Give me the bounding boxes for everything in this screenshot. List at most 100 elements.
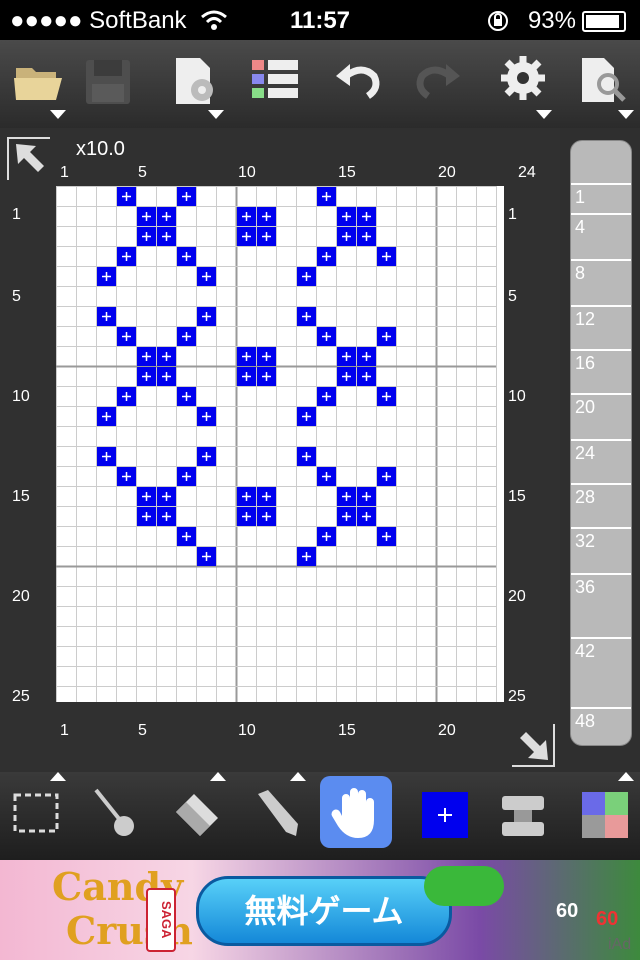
painted-pixel xyxy=(337,367,356,386)
marquee-select-icon xyxy=(13,793,59,833)
painted-pixel xyxy=(117,247,136,266)
slider-step[interactable]: 28 xyxy=(571,483,631,507)
painted-pixel xyxy=(237,207,256,226)
slider-step[interactable]: 36 xyxy=(571,573,631,597)
undo-button[interactable] xyxy=(332,54,386,108)
painted-pixel xyxy=(257,227,276,246)
floppy-disk-icon xyxy=(86,60,130,104)
painted-pixel xyxy=(157,507,176,526)
eyedropper-icon xyxy=(94,788,134,836)
iad-badge: iAd xyxy=(608,936,632,953)
painted-pixel xyxy=(137,367,156,386)
painted-pixel xyxy=(197,267,216,286)
zoom-slider[interactable]: 1 4 8 12 16 20 24 28 32 36 42 48 xyxy=(570,140,632,746)
painted-pixel xyxy=(357,227,376,246)
painted-pixel xyxy=(297,307,316,326)
select-rect-tool[interactable] xyxy=(12,792,62,841)
eraser-tool[interactable] xyxy=(172,790,222,845)
stamp-tool[interactable] xyxy=(498,792,548,845)
painted-pixel xyxy=(297,447,316,466)
painted-pixel xyxy=(197,307,216,326)
painted-pixel xyxy=(317,387,336,406)
painted-pixel xyxy=(197,547,216,566)
pixel-grid-canvas[interactable] xyxy=(56,186,504,702)
hand-tool[interactable] xyxy=(320,776,392,848)
arrow-down-right-icon xyxy=(512,724,555,767)
right-tick-label: 20 xyxy=(508,588,526,605)
painted-pixel xyxy=(377,247,396,266)
bottom-tick-label: 10 xyxy=(238,722,256,739)
top-tick-label: 20 xyxy=(438,164,456,181)
painted-pixel xyxy=(317,187,336,206)
stamp-icon xyxy=(502,796,544,836)
painted-pixel xyxy=(177,467,196,486)
scroll-top-left-button[interactable] xyxy=(6,136,52,187)
painted-pixel xyxy=(137,347,156,366)
painted-pixel xyxy=(137,487,156,506)
palette-icon xyxy=(582,792,628,838)
slider-step[interactable]: 4 xyxy=(571,213,631,237)
status-bar: ●●●●● SoftBank 11:57 93% xyxy=(0,0,640,40)
painted-pixel xyxy=(97,447,116,466)
slider-step[interactable]: 20 xyxy=(571,393,631,417)
file-settings-button[interactable] xyxy=(170,54,224,119)
slider-step[interactable]: 16 xyxy=(571,349,631,373)
pencil-icon xyxy=(258,790,298,836)
painted-pixel xyxy=(357,207,376,226)
painted-pixel xyxy=(257,347,276,366)
painted-pixel xyxy=(97,267,116,286)
save-button[interactable] xyxy=(82,54,136,108)
slider-step[interactable]: 48 xyxy=(571,707,631,731)
painted-pixel xyxy=(137,227,156,246)
painted-pixel xyxy=(257,367,276,386)
pencil-tool[interactable] xyxy=(252,788,302,845)
painted-pixel xyxy=(157,367,176,386)
plus-icon xyxy=(438,808,452,822)
painted-pixel xyxy=(237,487,256,506)
slider-step[interactable]: 12 xyxy=(571,305,631,329)
ad-fish-graphic xyxy=(424,866,504,906)
list-icon xyxy=(252,60,298,98)
ad-cta-button[interactable]: 無料ゲーム xyxy=(196,876,452,946)
dropper-tool[interactable] xyxy=(92,786,142,847)
palette-tool[interactable] xyxy=(580,790,630,845)
scroll-bottom-right-button[interactable] xyxy=(510,722,556,773)
document-search-button[interactable] xyxy=(578,54,634,119)
painted-pixel xyxy=(237,227,256,246)
left-tick-label: 1 xyxy=(12,206,21,223)
ad-banner[interactable]: Candy Crush SAGA 無料ゲーム 60 60 iAd xyxy=(0,860,640,960)
painted-pixel xyxy=(257,507,276,526)
slider-step[interactable]: 24 xyxy=(571,439,631,463)
hand-icon xyxy=(331,788,374,838)
slider-step[interactable]: 42 xyxy=(571,637,631,661)
right-tick-label: 10 xyxy=(508,388,526,405)
painted-pixel xyxy=(297,267,316,286)
slider-step[interactable]: 8 xyxy=(571,259,631,283)
painted-pixel xyxy=(117,467,136,486)
painted-pixel xyxy=(377,527,396,546)
left-tick-label: 10 xyxy=(12,388,30,405)
painted-pixel xyxy=(377,387,396,406)
slider-step[interactable]: 32 xyxy=(571,527,631,551)
slider-step[interactable]: 1 xyxy=(571,183,631,207)
folder-icon xyxy=(14,68,62,100)
right-tick-label: 5 xyxy=(508,288,517,305)
settings-button[interactable] xyxy=(496,54,552,119)
painted-pixel xyxy=(337,347,356,366)
painted-pixel xyxy=(97,407,116,426)
painted-pixel xyxy=(97,307,116,326)
color-swatch[interactable] xyxy=(422,792,468,838)
painted-pixel xyxy=(197,447,216,466)
top-tick-label: 10 xyxy=(238,164,256,181)
painted-pixel xyxy=(317,327,336,346)
bottom-tick-label: 5 xyxy=(138,722,147,739)
painted-pixel xyxy=(317,247,336,266)
ad-brand-saga: SAGA xyxy=(146,888,176,952)
painted-pixel xyxy=(157,227,176,246)
redo-button[interactable] xyxy=(410,54,464,108)
right-tick-label: 1 xyxy=(508,206,517,223)
open-button[interactable] xyxy=(12,54,66,119)
right-tick-label: 15 xyxy=(508,488,526,505)
list-button[interactable] xyxy=(248,54,302,108)
top-tick-label: 5 xyxy=(138,164,147,181)
